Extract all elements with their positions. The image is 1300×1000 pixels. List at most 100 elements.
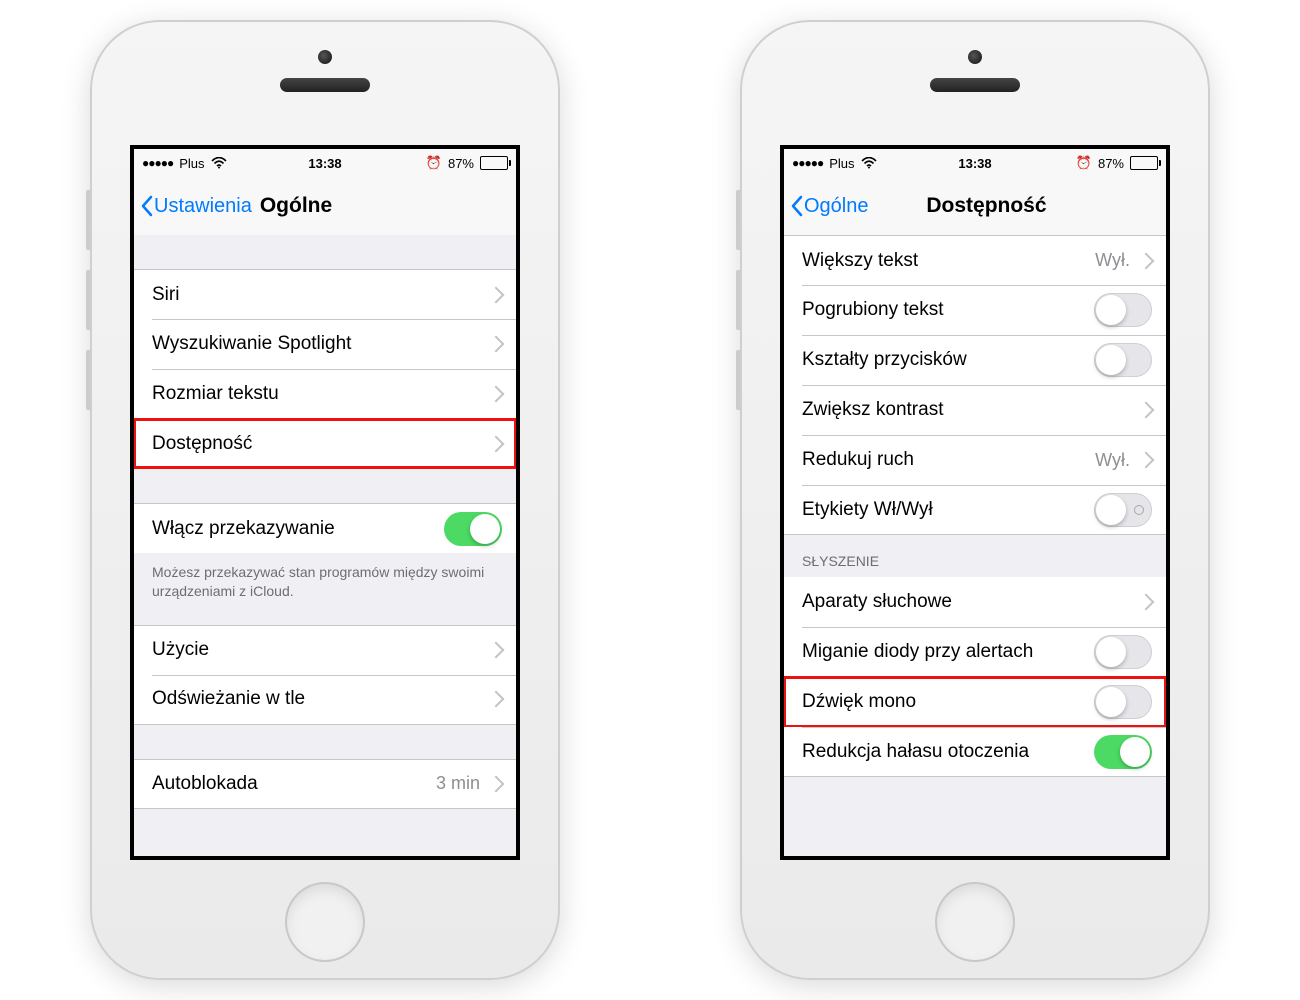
row-label: Zwiększ kontrast xyxy=(802,399,943,421)
row-mono-audio[interactable]: Dźwięk mono xyxy=(784,677,1166,727)
row-label: Dostępność xyxy=(152,433,252,455)
carrier-label: Plus xyxy=(179,156,204,171)
front-camera-icon xyxy=(968,50,982,64)
chevron-right-icon xyxy=(488,336,505,353)
back-button[interactable]: Ogólne xyxy=(784,195,869,218)
chevron-right-icon xyxy=(1138,452,1155,469)
battery-pct-label: 87% xyxy=(448,156,474,171)
battery-pct-label: 87% xyxy=(1098,156,1124,171)
row-increase-contrast[interactable]: Zwiększ kontrast xyxy=(784,385,1166,435)
row-detail: Wył. xyxy=(1095,250,1130,271)
page-title: Ogólne xyxy=(260,194,332,218)
screen-right: ●●●●● Plus 13:38 ⏰ 87% Ogólne xyxy=(780,145,1170,860)
row-onoff-labels[interactable]: Etykiety Wł/Wył xyxy=(784,485,1166,535)
carrier-label: Plus xyxy=(829,156,854,171)
group-header-hearing: SŁYSZENIE xyxy=(784,535,1166,577)
row-button-shapes[interactable]: Kształty przycisków xyxy=(784,335,1166,385)
alarm-icon: ⏰ xyxy=(426,155,442,171)
group-hearing: SŁYSZENIE Aparaty słuchowe Miganie diody… xyxy=(784,535,1166,777)
chevron-right-icon xyxy=(1138,402,1155,419)
row-autolock[interactable]: Autoblokada 3 min xyxy=(134,759,516,809)
chevron-right-icon xyxy=(488,642,505,659)
page-title: Dostępność xyxy=(926,194,1046,218)
row-siri[interactable]: Siri xyxy=(134,269,516,319)
signal-dots-icon: ●●●●● xyxy=(792,156,823,170)
row-larger-text[interactable]: Większy tekst Wył. xyxy=(784,235,1166,285)
alarm-icon: ⏰ xyxy=(1076,155,1092,171)
group-vision: Większy tekst Wył. Pogrubiony tekst Kszt… xyxy=(784,235,1166,535)
row-label: Odświeżanie w tle xyxy=(152,688,305,710)
row-text-size[interactable]: Rozmiar tekstu xyxy=(134,369,516,419)
wifi-icon xyxy=(861,157,877,169)
row-label: Włącz przekazywanie xyxy=(152,518,335,540)
earpiece-speaker-icon xyxy=(280,78,370,92)
row-detail: Wył. xyxy=(1095,450,1130,471)
row-handoff[interactable]: Włącz przekazywanie xyxy=(134,503,516,553)
clock-label: 13:38 xyxy=(308,156,341,171)
row-led-flash[interactable]: Miganie diody przy alertach xyxy=(784,627,1166,677)
row-bold-text[interactable]: Pogrubiony tekst xyxy=(784,285,1166,335)
wifi-icon xyxy=(211,157,227,169)
signal-dots-icon: ●●●●● xyxy=(142,156,173,170)
nav-header: Ustawienia Ogólne xyxy=(134,177,516,236)
accessibility-list: Większy tekst Wył. Pogrubiony tekst Kszt… xyxy=(784,235,1166,856)
group-general-1: Siri Wyszukiwanie Spotlight Rozmiar teks… xyxy=(134,269,516,469)
battery-icon xyxy=(1130,156,1158,170)
row-label: Rozmiar tekstu xyxy=(152,383,279,405)
row-label: Większy tekst xyxy=(802,250,918,272)
front-camera-icon xyxy=(318,50,332,64)
row-label: Miganie diody przy alertach xyxy=(802,641,1033,663)
mono-audio-toggle[interactable] xyxy=(1094,685,1152,719)
bold-text-toggle[interactable] xyxy=(1094,293,1152,327)
status-left: ●●●●● Plus xyxy=(792,156,877,171)
status-bar: ●●●●● Plus 13:38 ⏰ 87% xyxy=(134,149,516,177)
group-usage: Użycie Odświeżanie w tle xyxy=(134,625,516,725)
phone-right: ●●●●● Plus 13:38 ⏰ 87% Ogólne xyxy=(740,20,1210,980)
chevron-right-icon xyxy=(488,775,505,792)
row-spotlight[interactable]: Wyszukiwanie Spotlight xyxy=(134,319,516,369)
onoff-labels-toggle[interactable] xyxy=(1094,493,1152,527)
back-label: Ogólne xyxy=(804,195,869,218)
chevron-right-icon xyxy=(488,286,505,303)
row-label: Kształty przycisków xyxy=(802,349,967,371)
button-shapes-toggle[interactable] xyxy=(1094,343,1152,377)
row-label: Wyszukiwanie Spotlight xyxy=(152,333,351,355)
row-accessibility[interactable]: Dostępność xyxy=(134,419,516,469)
led-flash-toggle[interactable] xyxy=(1094,635,1152,669)
earpiece-speaker-icon xyxy=(930,78,1020,92)
phone-top-hardware xyxy=(280,50,370,92)
row-noise-reduction[interactable]: Redukcja hałasu otoczenia xyxy=(784,727,1166,777)
group-autolock: Autoblokada 3 min xyxy=(134,759,516,809)
row-label: Autoblokada xyxy=(152,773,258,795)
back-label: Ustawienia xyxy=(154,195,252,218)
battery-icon xyxy=(480,156,508,170)
chevron-right-icon xyxy=(488,691,505,708)
chevron-right-icon xyxy=(488,386,505,403)
status-bar: ●●●●● Plus 13:38 ⏰ 87% xyxy=(784,149,1166,177)
row-label: Etykiety Wł/Wył xyxy=(802,499,933,521)
status-left: ●●●●● Plus xyxy=(142,156,227,171)
row-reduce-motion[interactable]: Redukuj ruch Wył. xyxy=(784,435,1166,485)
clock-label: 13:38 xyxy=(958,156,991,171)
handoff-toggle[interactable] xyxy=(444,512,502,546)
handoff-footnote: Możesz przekazywać stan programów między… xyxy=(134,553,516,611)
row-label: Aparaty słuchowe xyxy=(802,591,952,613)
row-usage[interactable]: Użycie xyxy=(134,625,516,675)
chevron-right-icon xyxy=(488,435,505,452)
home-button[interactable] xyxy=(285,882,365,962)
phone-left: ●●●●● Plus 13:38 ⏰ 87% Ustawienia xyxy=(90,20,560,980)
screen-left: ●●●●● Plus 13:38 ⏰ 87% Ustawienia xyxy=(130,145,520,860)
row-background-refresh[interactable]: Odświeżanie w tle xyxy=(134,675,516,725)
row-label: Siri xyxy=(152,284,179,306)
home-button[interactable] xyxy=(935,882,1015,962)
row-label: Użycie xyxy=(152,639,209,661)
back-button[interactable]: Ustawienia xyxy=(134,195,252,218)
row-hearing-aids[interactable]: Aparaty słuchowe xyxy=(784,577,1166,627)
row-detail: 3 min xyxy=(436,773,480,794)
phone-top-hardware xyxy=(930,50,1020,92)
chevron-right-icon xyxy=(1138,594,1155,611)
status-right: ⏰ 87% xyxy=(1076,155,1158,171)
chevron-right-icon xyxy=(1138,252,1155,269)
noise-reduction-toggle[interactable] xyxy=(1094,735,1152,769)
row-label: Pogrubiony tekst xyxy=(802,299,944,321)
